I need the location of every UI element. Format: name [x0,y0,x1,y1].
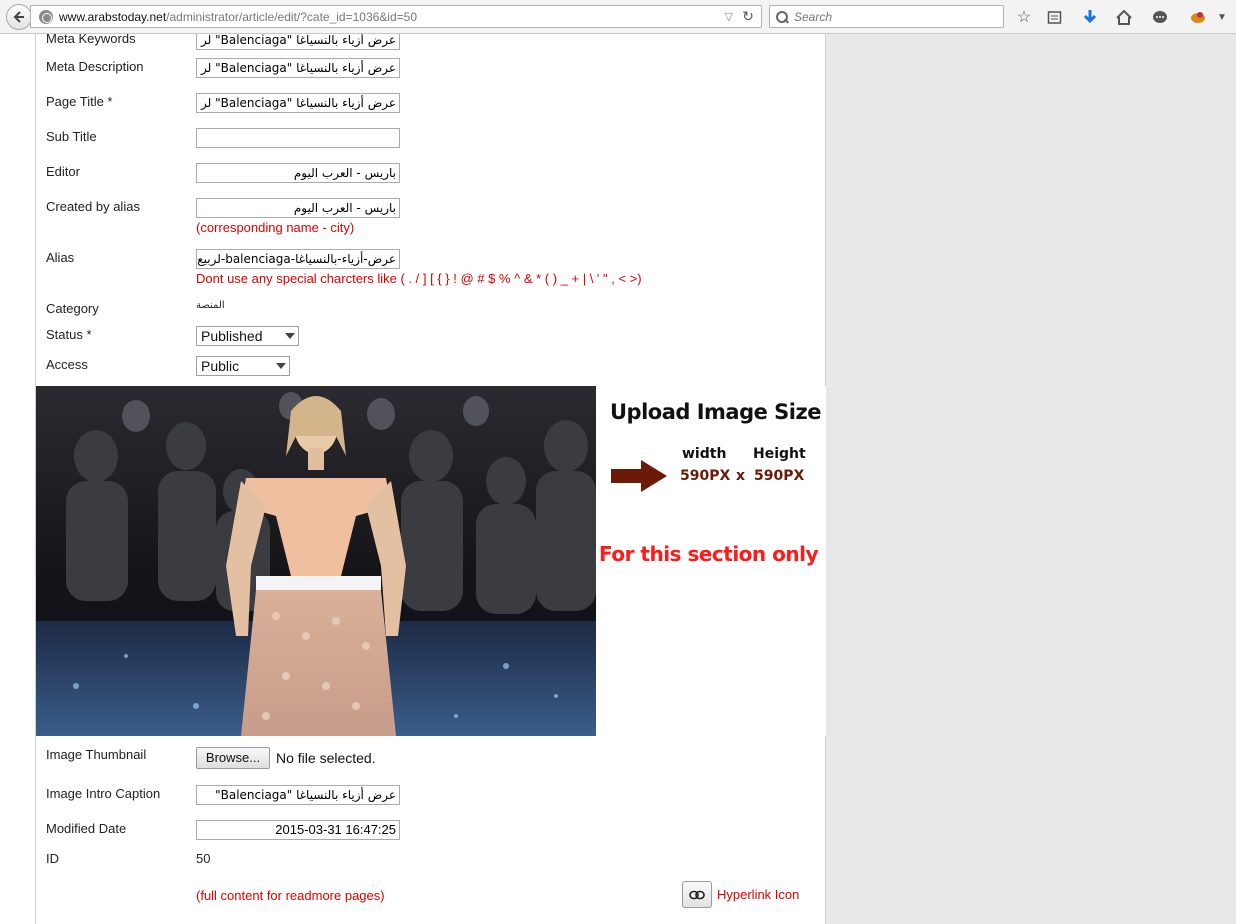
chat-icon[interactable] [1150,7,1170,27]
url-path: /administrator/article/edit/?cate_id=103… [166,9,417,24]
meta-description-label: Meta Description [46,59,144,74]
image-intro-caption-label: Image Intro Caption [46,786,161,801]
id-value: 50 [196,851,211,866]
modified-date-label: Modified Date [46,821,127,836]
fulltext-hint: (full content for readmore pages) [196,888,385,903]
reading-list-icon[interactable] [1044,7,1064,27]
access-selected-value: Public [201,358,240,374]
page-title-field[interactable]: عرض أزياء بالنسياغا "Balenciaga" لر [196,93,400,113]
times-symbol: x [736,468,746,484]
status-selected-value: Published [201,328,263,344]
modified-date-field[interactable]: 2015-03-31 16:47:25 [196,820,400,840]
search-input[interactable] [794,9,984,24]
created-by-alias-hint: (corresponding name - city) [196,220,355,235]
sub-title-field[interactable] [196,128,400,148]
extension-icon[interactable] [1188,7,1208,27]
upload-size-info: Upload Image Size width Height 590PX x 5… [596,386,826,736]
home-icon[interactable] [1114,7,1134,27]
link-icon [689,890,705,899]
status-select[interactable]: Published [196,326,299,346]
access-select[interactable]: Public [196,356,290,376]
alias-label: Alias [46,250,75,265]
category-value: المنصة [196,300,225,311]
height-label: Height [753,446,806,462]
menu-chevron-icon[interactable]: ▼ [1212,7,1232,27]
created-by-alias-label: Created by alias [46,199,140,214]
url-dropdown-icon[interactable]: ▽ [725,10,733,23]
url-text: www.arabstoday.net/administrator/article… [59,10,417,24]
chevron-down-icon [276,363,286,369]
editor-field[interactable]: باريس - العرب اليوم [196,163,400,183]
meta-keywords-label: Meta Keywords [46,34,136,46]
browse-button[interactable]: Browse... [196,747,270,769]
height-value: 590PX [754,468,805,484]
back-button[interactable] [6,4,32,30]
category-label: Category [46,301,99,316]
browser-toolbar: www.arabstoday.net/administrator/article… [0,0,1236,34]
file-status: No file selected. [276,750,376,766]
editor-label: Editor [46,164,80,179]
bookmark-star-icon[interactable]: ☆ [1014,7,1034,27]
meta-keywords-field[interactable]: عرض أزياء بالنسياغا "Balenciaga" لر [196,34,400,50]
article-image [36,386,596,736]
hyperlink-label[interactable]: Hyperlink Icon [717,887,799,902]
search-icon [776,10,788,23]
download-icon[interactable] [1080,7,1100,27]
width-value: 590PX [680,468,731,484]
chevron-down-icon [285,333,295,339]
search-box[interactable] [769,5,1004,28]
status-label: Status * [46,327,92,342]
page-title-label: Page Title * [46,94,113,109]
globe-icon [39,9,53,24]
upload-size-title: Upload Image Size [610,400,821,424]
access-label: Access [46,357,88,372]
width-label: width [682,446,727,462]
created-by-alias-field[interactable]: باريس - العرب اليوم [196,198,400,218]
alias-hint: Dont use any special charcters like ( . … [196,271,642,286]
image-thumbnail-label: Image Thumbnail [46,747,147,762]
article-edit-form: Meta Keywords عرض أزياء بالنسياغا "Balen… [36,34,826,924]
alias-field[interactable]: عرض-أزياء-بالنسياغا-balenciaga-لربيع [196,249,400,269]
id-label: ID [46,851,59,866]
url-bar[interactable]: www.arabstoday.net/administrator/article… [30,5,762,28]
left-margin [0,34,36,924]
reload-icon[interactable]: ↻ [739,8,757,25]
page-viewport: Meta Keywords عرض أزياء بالنسياغا "Balen… [0,34,1236,924]
url-domain: www.arabstoday.net [59,9,167,24]
runway-photo [36,386,596,736]
image-intro-caption-field[interactable]: عرض أزياء بالنسياغا "Balenciaga" [196,785,400,805]
arrow-right-icon [611,460,667,492]
hyperlink-button[interactable] [682,881,712,908]
section-only-note: For this section only [599,542,819,566]
meta-description-field[interactable]: عرض أزياء بالنسياغا "Balenciaga" لر [196,58,400,78]
sub-title-label: Sub Title [46,129,97,144]
back-arrow-icon [13,11,24,23]
